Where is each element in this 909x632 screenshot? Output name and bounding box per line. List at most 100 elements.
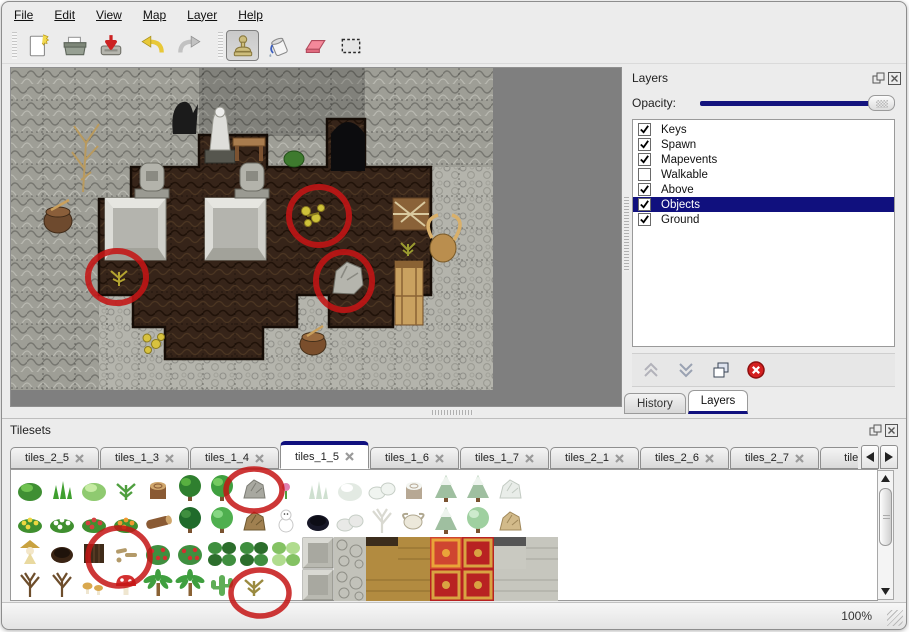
tile-bushG[interactable] xyxy=(18,483,42,501)
close-tab-icon[interactable] xyxy=(525,454,534,463)
tile-tileH[interactable] xyxy=(494,537,526,569)
tileset-tab-tiles_2_5[interactable]: tiles_2_5 xyxy=(10,447,99,469)
menu-layer[interactable]: Layer xyxy=(187,8,217,22)
tileset-scrollbar[interactable] xyxy=(877,470,894,600)
opacity-slider-handle[interactable] xyxy=(868,95,895,111)
tile-wood[interactable] xyxy=(366,569,398,601)
layer-row-mapevents[interactable]: Mapevents xyxy=(633,152,894,167)
tile-carpR2[interactable] xyxy=(462,569,494,601)
layer-row-spawn[interactable]: Spawn xyxy=(633,137,894,152)
duplicate-layer-button[interactable] xyxy=(710,359,732,381)
close-tab-icon[interactable] xyxy=(165,454,174,463)
tile-grassS[interactable] xyxy=(309,481,328,499)
tile-palm[interactable] xyxy=(142,569,173,596)
delete-layer-button[interactable] xyxy=(745,359,767,381)
tile-tileG[interactable] xyxy=(494,569,526,601)
close-tab-icon[interactable] xyxy=(615,454,624,463)
undo-button[interactable] xyxy=(136,30,169,61)
tile-tileG[interactable] xyxy=(526,569,558,601)
tile-flwR[interactable] xyxy=(82,518,106,533)
open-button[interactable] xyxy=(58,30,91,61)
close-tab-icon[interactable] xyxy=(435,454,444,463)
tile-flwO[interactable] xyxy=(114,518,138,533)
tile-bushS[interactable] xyxy=(338,483,362,501)
tile-bushD[interactable] xyxy=(245,580,263,596)
fill-tool-button[interactable] xyxy=(262,30,295,61)
scroll-tabs-right-button[interactable] xyxy=(880,445,898,469)
tile-grassG[interactable] xyxy=(53,481,72,499)
layer-checkbox-ground[interactable] xyxy=(638,213,651,226)
tileset-tab-tiles_2_1[interactable]: tiles_2_1 xyxy=(550,447,639,469)
tileset-tab-tiles_1_4[interactable]: tiles_1_4 xyxy=(190,447,279,469)
eraser-tool-button[interactable] xyxy=(298,30,331,61)
tileset-tab-tiles_2_6[interactable]: tiles_2_6 xyxy=(640,447,729,469)
tile-carpR2[interactable] xyxy=(430,569,462,601)
tile-pineS[interactable] xyxy=(435,507,457,534)
scroll-tabs-left-button[interactable] xyxy=(861,445,879,469)
tile-rockT[interactable] xyxy=(500,512,521,530)
layer-checkbox-spawn[interactable] xyxy=(638,138,651,151)
tileset-tab-tiles_1_5[interactable]: tiles_1_5 xyxy=(280,441,369,469)
tile-vegL[interactable] xyxy=(272,542,300,566)
tile-treeG2[interactable] xyxy=(211,475,233,501)
tile-carpG[interactable] xyxy=(430,537,462,569)
tileset-tab-tiles[interactable]: tiles_ xyxy=(820,447,858,469)
redo-button[interactable] xyxy=(172,30,205,61)
tile-crate[interactable] xyxy=(303,538,333,568)
dock-tab-history[interactable]: History xyxy=(624,393,686,414)
tile-mushR[interactable] xyxy=(116,575,136,595)
tile-stumpS[interactable] xyxy=(406,482,422,499)
tile-doll[interactable] xyxy=(20,540,40,564)
menu-view[interactable]: View xyxy=(96,8,122,22)
tile-skull[interactable] xyxy=(403,514,423,529)
layer-row-objects[interactable]: Objects xyxy=(633,197,894,212)
tile-rockB[interactable] xyxy=(244,512,265,530)
tile-crate[interactable] xyxy=(303,570,333,600)
tile-twigS[interactable] xyxy=(373,509,391,533)
select-tool-button[interactable] xyxy=(334,30,367,61)
tileset-palette[interactable] xyxy=(10,469,878,601)
layer-row-above[interactable]: Above xyxy=(633,182,894,197)
raise-layer-button[interactable] xyxy=(640,359,662,381)
tile-woodp[interactable] xyxy=(84,544,104,563)
layer-row-ground[interactable]: Ground xyxy=(633,212,894,227)
resize-grip[interactable] xyxy=(887,610,903,626)
vertical-splitter[interactable] xyxy=(624,197,629,272)
tile-palm[interactable] xyxy=(174,569,205,596)
tile-wood[interactable] xyxy=(398,537,430,569)
tile-wood[interactable] xyxy=(398,569,430,601)
map-canvas[interactable] xyxy=(10,67,622,407)
tile-sticks[interactable] xyxy=(116,548,137,563)
tile-flwW[interactable] xyxy=(50,518,74,533)
tile-holeD[interactable] xyxy=(307,515,329,531)
tile-treeR[interactable] xyxy=(211,507,233,533)
layer-checkbox-walkable[interactable] xyxy=(638,168,651,181)
layer-checkbox-keys[interactable] xyxy=(638,123,651,136)
tile-carpR[interactable] xyxy=(462,537,494,569)
tileset-tab-tiles_1_7[interactable]: tiles_1_7 xyxy=(460,447,549,469)
tile-pineS[interactable] xyxy=(467,475,489,502)
tile-lumpS[interactable] xyxy=(369,483,395,499)
toolbar-grip[interactable] xyxy=(12,32,17,59)
tileset-tab-tiles_2_7[interactable]: tiles_2_7 xyxy=(730,447,819,469)
close-tab-icon[interactable] xyxy=(705,454,714,463)
tile-stump[interactable] xyxy=(150,482,166,499)
stamp-tool-button[interactable] xyxy=(226,30,259,61)
layer-row-keys[interactable]: Keys xyxy=(633,122,894,137)
tile-holeB[interactable] xyxy=(51,547,73,563)
tileset-tab-tiles_1_3[interactable]: tiles_1_3 xyxy=(100,447,189,469)
tile-treeD[interactable] xyxy=(179,507,201,533)
lower-layer-button[interactable] xyxy=(675,359,697,381)
tile-flwP[interactable] xyxy=(282,483,290,499)
tile-woodH[interactable] xyxy=(366,537,398,569)
tile-vegD[interactable] xyxy=(240,542,268,566)
close-panel-icon[interactable] xyxy=(888,72,901,85)
dock-tab-layers[interactable]: Layers xyxy=(688,390,749,414)
toolbar-grip[interactable] xyxy=(218,32,223,59)
tile-pineS[interactable] xyxy=(435,475,457,502)
menu-help[interactable]: Help xyxy=(238,8,263,22)
close-tab-icon[interactable] xyxy=(795,454,804,463)
tile-treeG[interactable] xyxy=(179,475,201,501)
layer-checkbox-mapevents[interactable] xyxy=(638,153,651,166)
tile-floorS[interactable] xyxy=(334,537,366,569)
